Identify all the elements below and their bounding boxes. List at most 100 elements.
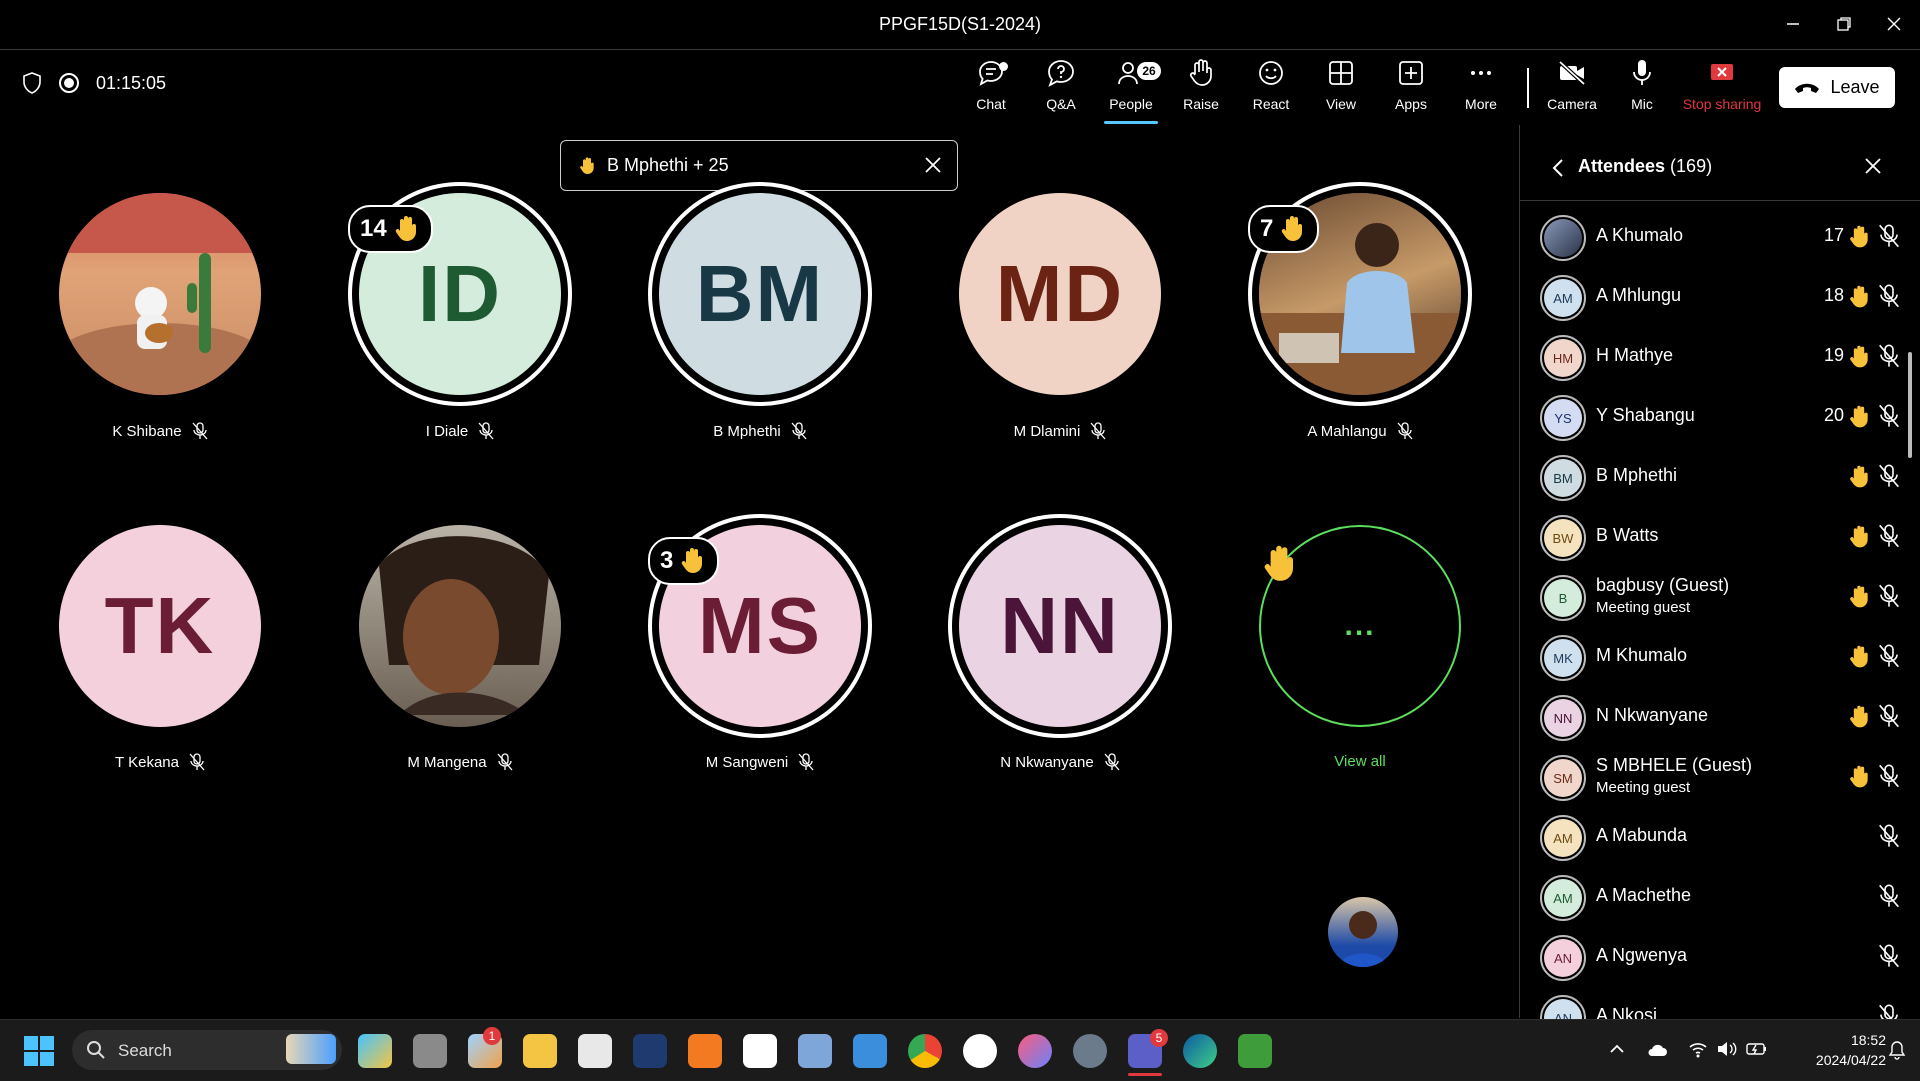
title-bar: PPGF15D(S1-2024) (0, 0, 1920, 50)
close-window-icon[interactable] (1874, 10, 1914, 38)
react-button[interactable]: React (1236, 58, 1306, 126)
hand-indicator (1846, 643, 1872, 676)
close-icon[interactable] (923, 155, 943, 175)
itunes-icon[interactable] (1018, 1034, 1052, 1068)
copilot-app-icon[interactable] (358, 1034, 392, 1068)
attendee-name: bagbusy (Guest) (1596, 575, 1730, 595)
tile-name-k-shibane: K Shibane (40, 422, 280, 440)
attendee-row[interactable]: BW B Watts (1540, 511, 1900, 565)
attendee-row[interactable]: MK M Khumalo (1540, 631, 1900, 685)
hand-indicator (1846, 583, 1872, 616)
raised-hand-icon (1850, 585, 1868, 608)
participant-tile-active[interactable]: NN (959, 525, 1161, 727)
task-view-icon[interactable] (413, 1034, 447, 1068)
attendee-row[interactable]: NN N Nkwanyane (1540, 691, 1900, 745)
participant-tile[interactable] (359, 525, 561, 727)
sql-tool-icon[interactable] (633, 1034, 667, 1068)
camera-button[interactable]: Camera (1537, 58, 1607, 126)
hand-emoji-icon (580, 156, 594, 174)
attendee-name: M Khumalo (1596, 645, 1688, 665)
raised-hand-icon (1850, 285, 1868, 308)
raised-hand-icon (1850, 345, 1868, 368)
attendee-row[interactable]: AM A Machethe (1540, 871, 1900, 925)
participant-tile[interactable]: MD (959, 193, 1161, 395)
attendee-avatar: AM (1540, 815, 1586, 861)
battery-icon[interactable] (1746, 1040, 1768, 1058)
stop-share-icon (1711, 64, 1733, 80)
more-button[interactable]: More (1446, 58, 1516, 126)
app-a-icon[interactable] (963, 1034, 997, 1068)
attendee-row[interactable]: Bbagbusy (Guest) Meeting guest (1540, 571, 1900, 625)
leave-button[interactable]: Leave (1779, 67, 1895, 108)
minimize-icon[interactable] (1773, 10, 1813, 38)
notification-bell-icon[interactable] (1888, 1040, 1906, 1060)
close-panel-icon[interactable] (1863, 156, 1883, 176)
university-app-icon[interactable] (743, 1034, 777, 1068)
mic-button[interactable]: Mic (1607, 58, 1677, 126)
settings-icon[interactable] (1073, 1034, 1107, 1068)
raised-hand-icon (1264, 545, 1293, 581)
windows-start-icon[interactable] (24, 1036, 54, 1066)
attendee-row[interactable]: BM B Mphethi (1540, 451, 1900, 505)
shield-icon (23, 72, 41, 94)
attendee-row[interactable]: YS Y Shabangu 20 (1540, 391, 1900, 445)
attendee-row[interactable]: AM A Mabunda (1540, 811, 1900, 865)
mic-status (1878, 644, 1900, 673)
self-view-avatar[interactable] (1328, 897, 1398, 967)
mic-muted-icon (1879, 404, 1899, 428)
participant-tile-active[interactable]: BM (659, 193, 861, 395)
cloud-icon[interactable] (1646, 1040, 1668, 1058)
paint-app-icon[interactable] (1238, 1034, 1272, 1068)
attendee-row[interactable]: SM S MBHELE (Guest) Meeting guest (1540, 751, 1900, 805)
chat-button[interactable]: Chat (956, 58, 1026, 126)
raised-hands-toast[interactable]: B Mphethi + 25 (560, 140, 958, 191)
hand-indicator (1846, 703, 1872, 736)
view-all-link[interactable]: View all (1240, 753, 1480, 770)
qa-button[interactable]: Q&A (1026, 58, 1096, 126)
back-chevron-icon[interactable] (1551, 158, 1565, 178)
mic-muted-icon (1090, 422, 1106, 440)
mic-icon (1633, 60, 1651, 85)
volume-icon[interactable] (1716, 1040, 1738, 1058)
mic-muted-icon (1879, 464, 1899, 488)
attendee-name: N Nkwanyane (1596, 705, 1709, 725)
mic-muted-icon (1879, 644, 1899, 668)
raise-hand-button[interactable]: Raise (1166, 58, 1236, 126)
attendee-row[interactable]: AN A Ngwenya (1540, 931, 1900, 985)
chevron-up-icon[interactable] (1608, 1040, 1626, 1058)
mic-muted-icon (798, 753, 814, 771)
avatar-initials: MD (959, 193, 1161, 395)
attendee-avatar: BW (1540, 515, 1586, 561)
panel-scrollbar[interactable] (1908, 352, 1912, 458)
attendee-row[interactable]: HM H Mathye 19 (1540, 331, 1900, 385)
meeting-status: 01:15:05 (22, 72, 166, 94)
virtualbox-icon[interactable] (853, 1034, 887, 1068)
taskbar-clock[interactable]: 18:52 2024/04/22 (1778, 1030, 1886, 1070)
restore-icon[interactable] (1824, 10, 1864, 38)
wifi-icon[interactable] (1688, 1040, 1708, 1058)
chrome-icon[interactable] (908, 1034, 942, 1068)
attendee-avatar: AM (1540, 875, 1586, 921)
ms-store-icon[interactable] (578, 1034, 612, 1068)
file-explorer-icon[interactable] (523, 1034, 557, 1068)
participant-tile[interactable] (59, 193, 261, 395)
hand-indicator (1846, 223, 1872, 256)
attendee-row[interactable]: AM A Mhlungu 18 (1540, 271, 1900, 325)
apps-button[interactable]: Apps (1376, 58, 1446, 126)
camera-off-icon (1558, 60, 1586, 86)
view-button[interactable]: View (1306, 58, 1376, 126)
search-label: Search (118, 1041, 172, 1060)
xampp-icon[interactable] (688, 1034, 722, 1068)
hand-indicator (1846, 463, 1872, 496)
notes-app-icon[interactable] (798, 1034, 832, 1068)
participant-tile[interactable]: TK (59, 525, 261, 727)
active-tab-indicator (1104, 121, 1158, 124)
mic-status (1878, 524, 1900, 553)
chat-unread-dot (999, 62, 1008, 71)
tile-name-a-mahlangu: A Mahlangu (1240, 422, 1480, 440)
stop-sharing-button[interactable]: Stop sharing (1683, 58, 1761, 126)
edge-icon[interactable] (1183, 1034, 1217, 1068)
attendee-row[interactable]: A Khumalo 17 (1540, 211, 1900, 265)
mic-status (1878, 584, 1900, 613)
smiley-icon (1259, 61, 1283, 85)
